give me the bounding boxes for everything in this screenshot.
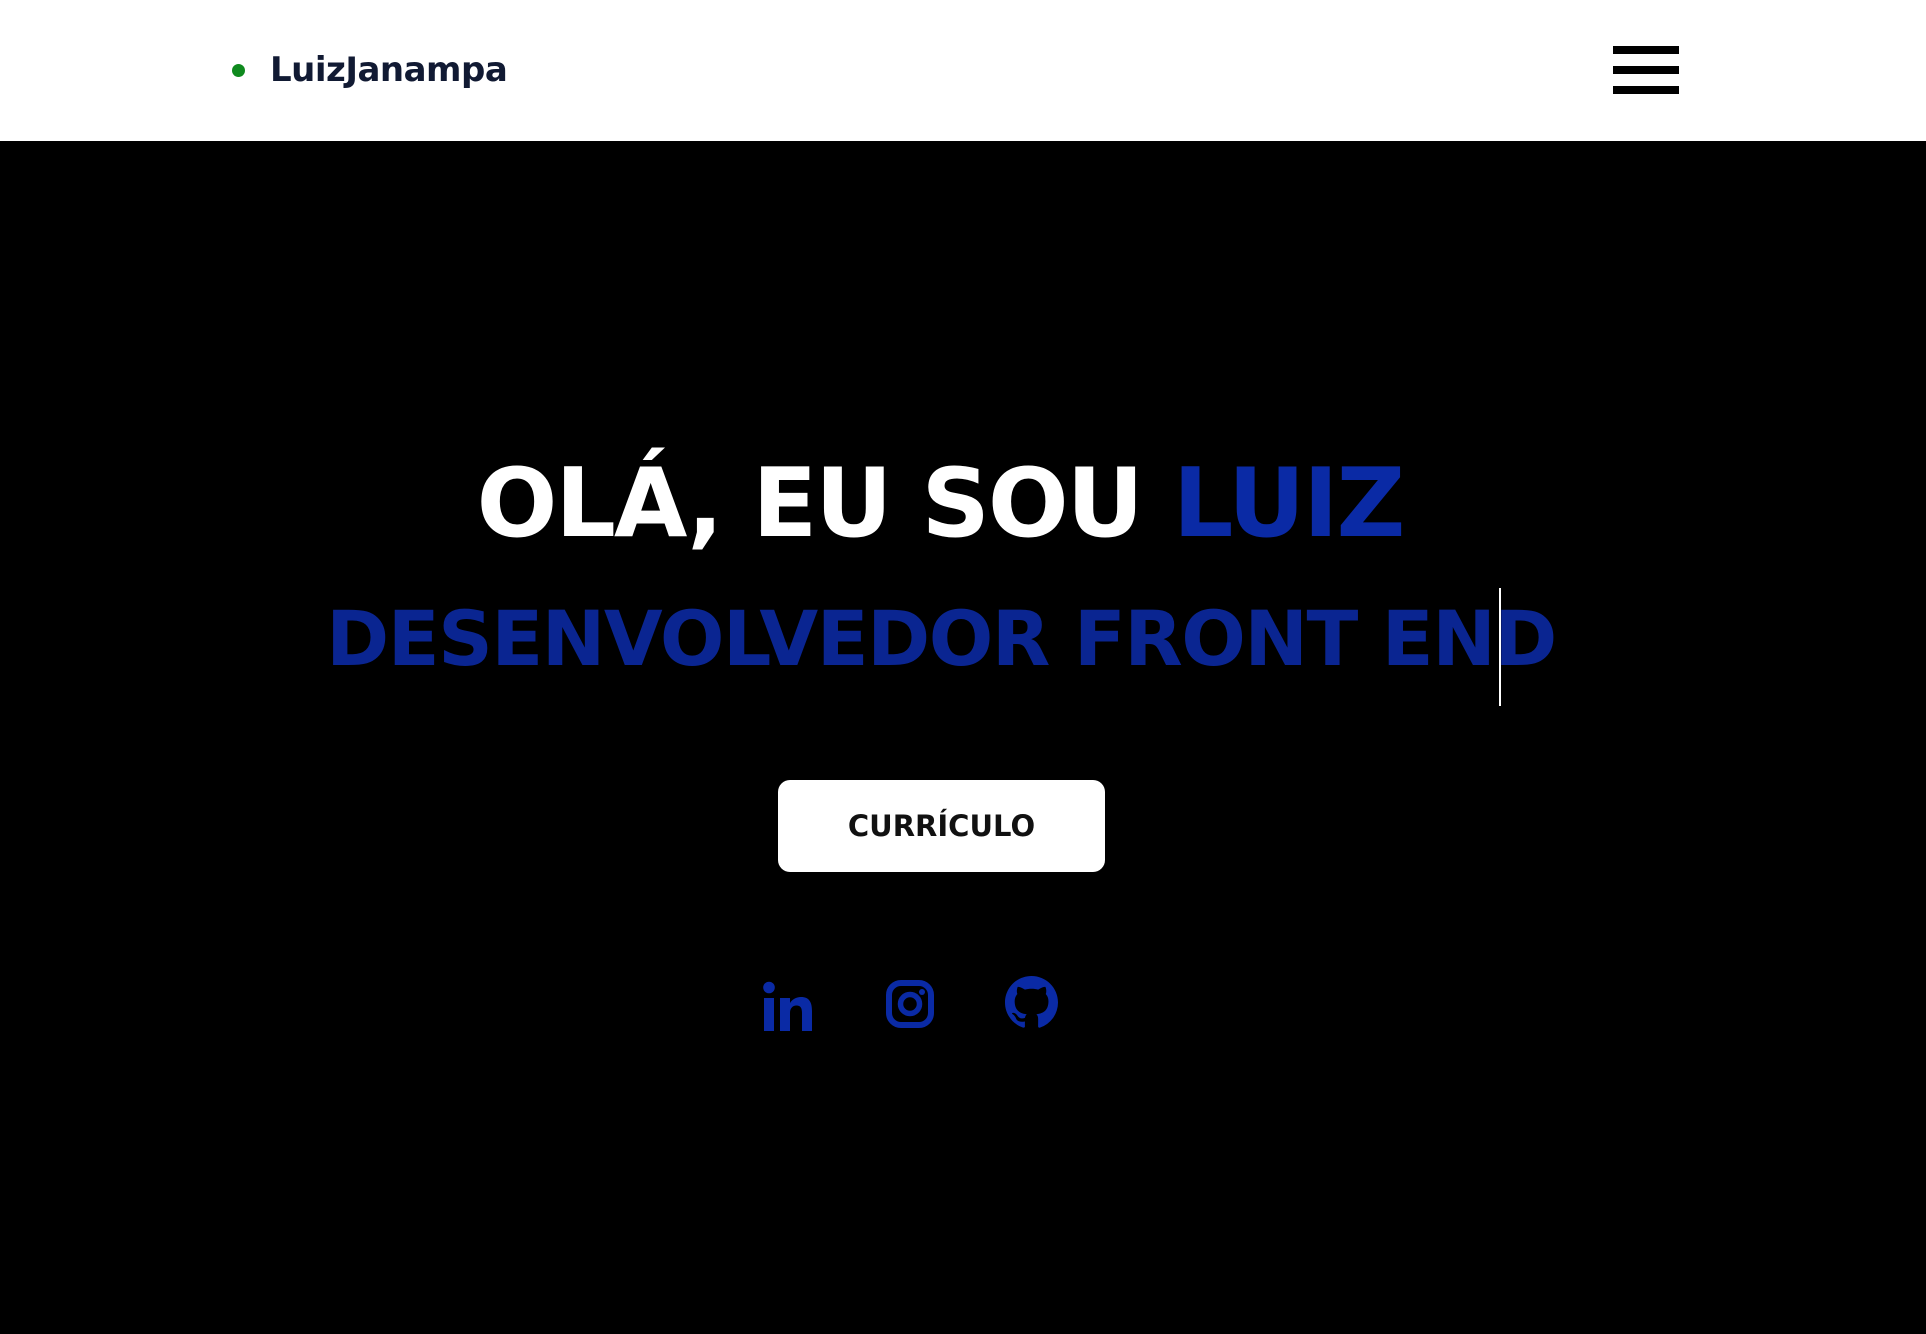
menu-bar: [1613, 66, 1679, 74]
github-icon: [1005, 976, 1058, 1028]
linkedin-link[interactable]: [762, 981, 814, 1033]
github-link[interactable]: [1005, 976, 1058, 1029]
instagram-link[interactable]: [885, 979, 935, 1029]
top-navbar: LuizJanampa: [0, 0, 1926, 141]
brand-name: LuizJanampa: [270, 50, 508, 90]
menu-bar: [1613, 46, 1679, 54]
curriculum-button[interactable]: CURRÍCULO: [778, 780, 1105, 872]
brand-logo-link[interactable]: LuizJanampa: [232, 46, 508, 94]
hero-title: OLÁ, EU SOU LUIZ: [0, 444, 1880, 564]
hero-section: OLÁ, EU SOU LUIZ DESENVOLVEDOR FRONT END…: [0, 141, 1926, 1334]
hero-greeting: OLÁ, EU SOU: [476, 449, 1173, 559]
menu-bar: [1613, 86, 1679, 94]
hero-name: LUIZ: [1172, 449, 1406, 559]
instagram-icon: [886, 980, 934, 1028]
status-dot: [232, 63, 245, 77]
linkedin-icon: [763, 981, 812, 1031]
typing-caret: [1499, 588, 1501, 706]
hero-subtitle: DESENVOLVEDOR FRONT END: [326, 594, 1557, 683]
hamburger-menu-icon[interactable]: [1613, 44, 1679, 96]
